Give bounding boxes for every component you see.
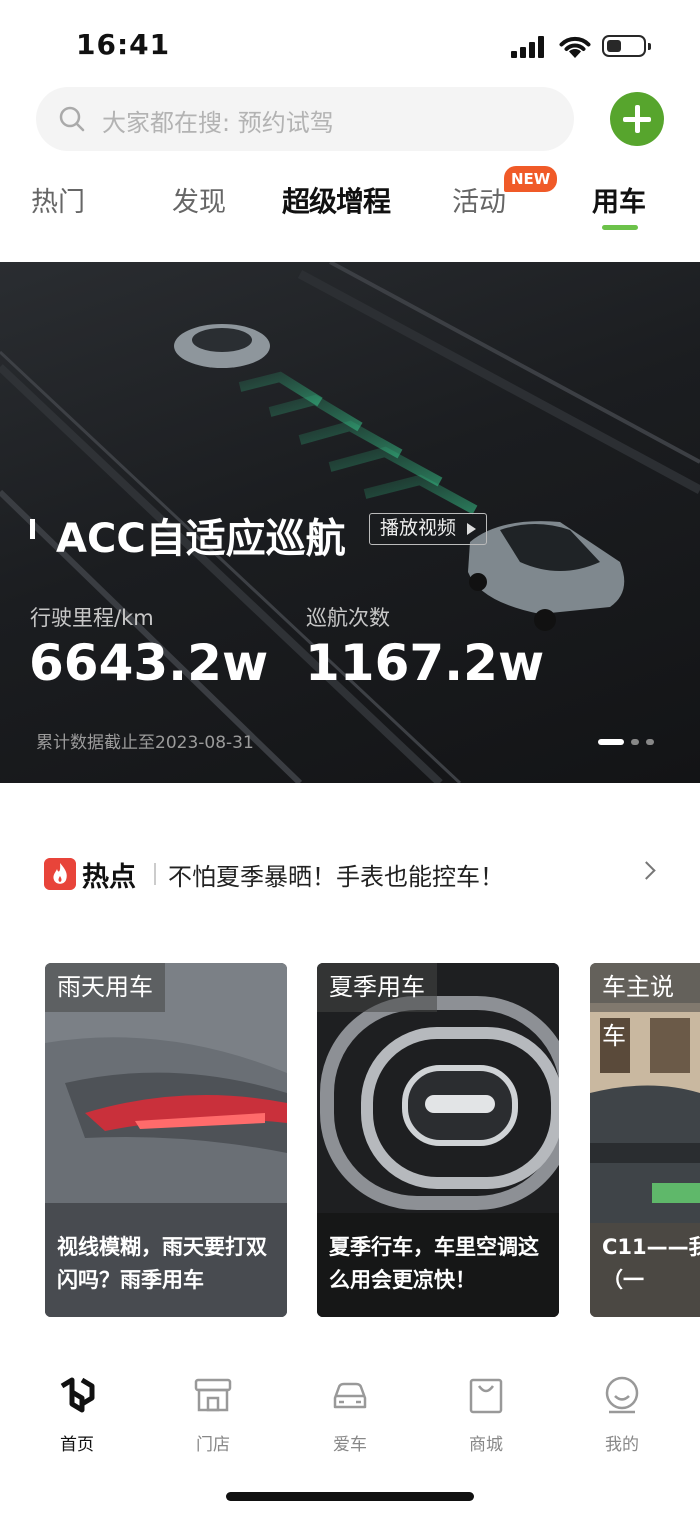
cruise-count-value: 1167.2w	[305, 634, 545, 692]
banner-title: ACC自适应巡航	[56, 516, 346, 562]
tab-super-range[interactable]: 超级增程	[282, 180, 391, 220]
title-accent-bar	[30, 519, 35, 539]
status-time: 16:41	[76, 28, 171, 61]
tab-hot[interactable]: 热门	[31, 180, 85, 219]
card-tag: 车主说车	[590, 963, 700, 1050]
car-icon	[333, 1382, 367, 1409]
play-video-button[interactable]: 播放视频	[369, 513, 488, 545]
search-placeholder: 大家都在搜: 预约试驾	[102, 109, 334, 137]
article-card[interactable]: 车主说车 C11——我的好帮手（一	[590, 963, 700, 1317]
hero-banner[interactable]: ACC自适应巡航 播放视频 行驶里程/km 6643.2w 巡航次数 1167.…	[0, 262, 700, 783]
app-screen: 16:41 大家都在搜: 预约试驾 热门 发现 超级增程 活动 NEW 用车 A…	[0, 0, 700, 1515]
card-tag: 雨天用车	[45, 963, 165, 1012]
tab-discover[interactable]: 发现	[172, 180, 226, 219]
card-caption: C11——我的好帮手（一	[602, 1235, 700, 1292]
wifi-icon	[559, 36, 591, 58]
article-card[interactable]: 夏季用车 夏季行车，车里空调这么用会更凉快！	[317, 963, 559, 1317]
cruise-count-label: 巡航次数	[306, 606, 390, 630]
nav-store[interactable]: 门店	[168, 1374, 258, 1455]
search-bar[interactable]: 大家都在搜: 预约试驾	[36, 87, 574, 151]
status-bar: 16:41	[0, 0, 700, 90]
nav-label: 我的	[605, 1435, 639, 1455]
hot-label: 热点	[82, 862, 136, 893]
nav-profile[interactable]: 我的	[577, 1374, 667, 1455]
tab-car-use[interactable]: 用车	[592, 180, 646, 219]
tab-activity[interactable]: 活动	[452, 180, 506, 219]
nav-home[interactable]: 首页	[32, 1374, 122, 1455]
top-tabs: 热门 发现 超级增程 活动 NEW 用车	[0, 166, 700, 240]
active-tab-indicator	[602, 225, 638, 230]
leapmotor-logo-icon	[60, 1377, 95, 1413]
nav-label: 门店	[196, 1435, 230, 1455]
add-button[interactable]	[610, 92, 664, 146]
carousel-dot	[646, 739, 654, 745]
card-tag: 夏季用车	[317, 963, 437, 1012]
mileage-label: 行驶里程/km	[30, 606, 154, 630]
nav-label: 爱车	[333, 1435, 367, 1455]
hot-news-bar[interactable]: 热点 不怕夏季暴晒！手表也能控车！	[44, 855, 664, 893]
profile-icon	[605, 1376, 639, 1414]
nav-label: 商城	[469, 1435, 503, 1455]
store-icon	[194, 1378, 232, 1412]
nav-mall[interactable]: 商城	[441, 1374, 531, 1455]
nav-my-car[interactable]: 爱车	[305, 1374, 395, 1455]
bottom-navigation: 首页 门店 爱车 商城 我的	[0, 1374, 700, 1464]
card-caption: 视线模糊，雨天要打双闪吗？雨季用车	[57, 1235, 267, 1292]
flame-icon	[44, 858, 76, 890]
search-icon	[59, 106, 85, 132]
chevron-right-icon	[637, 861, 656, 880]
card-caption: 夏季行车，车里空调这么用会更凉快！	[329, 1235, 539, 1292]
data-cutoff-note: 累计数据截止至2023-08-31	[36, 733, 254, 753]
home-indicator[interactable]	[226, 1492, 474, 1501]
mileage-value: 6643.2w	[29, 634, 269, 692]
hot-headline: 不怕夏季暴晒！手表也能控车！	[168, 863, 504, 891]
shopping-bag-icon	[469, 1378, 503, 1414]
article-card[interactable]: 雨天用车 视线模糊，雨天要打双闪吗？雨季用车	[45, 963, 287, 1317]
new-badge: NEW	[504, 166, 558, 192]
battery-icon	[602, 35, 651, 57]
carousel-dot	[631, 739, 639, 745]
carousel-dot-active	[598, 739, 624, 745]
divider	[154, 863, 156, 885]
nav-label: 首页	[60, 1435, 94, 1455]
signal-icon	[511, 36, 549, 58]
